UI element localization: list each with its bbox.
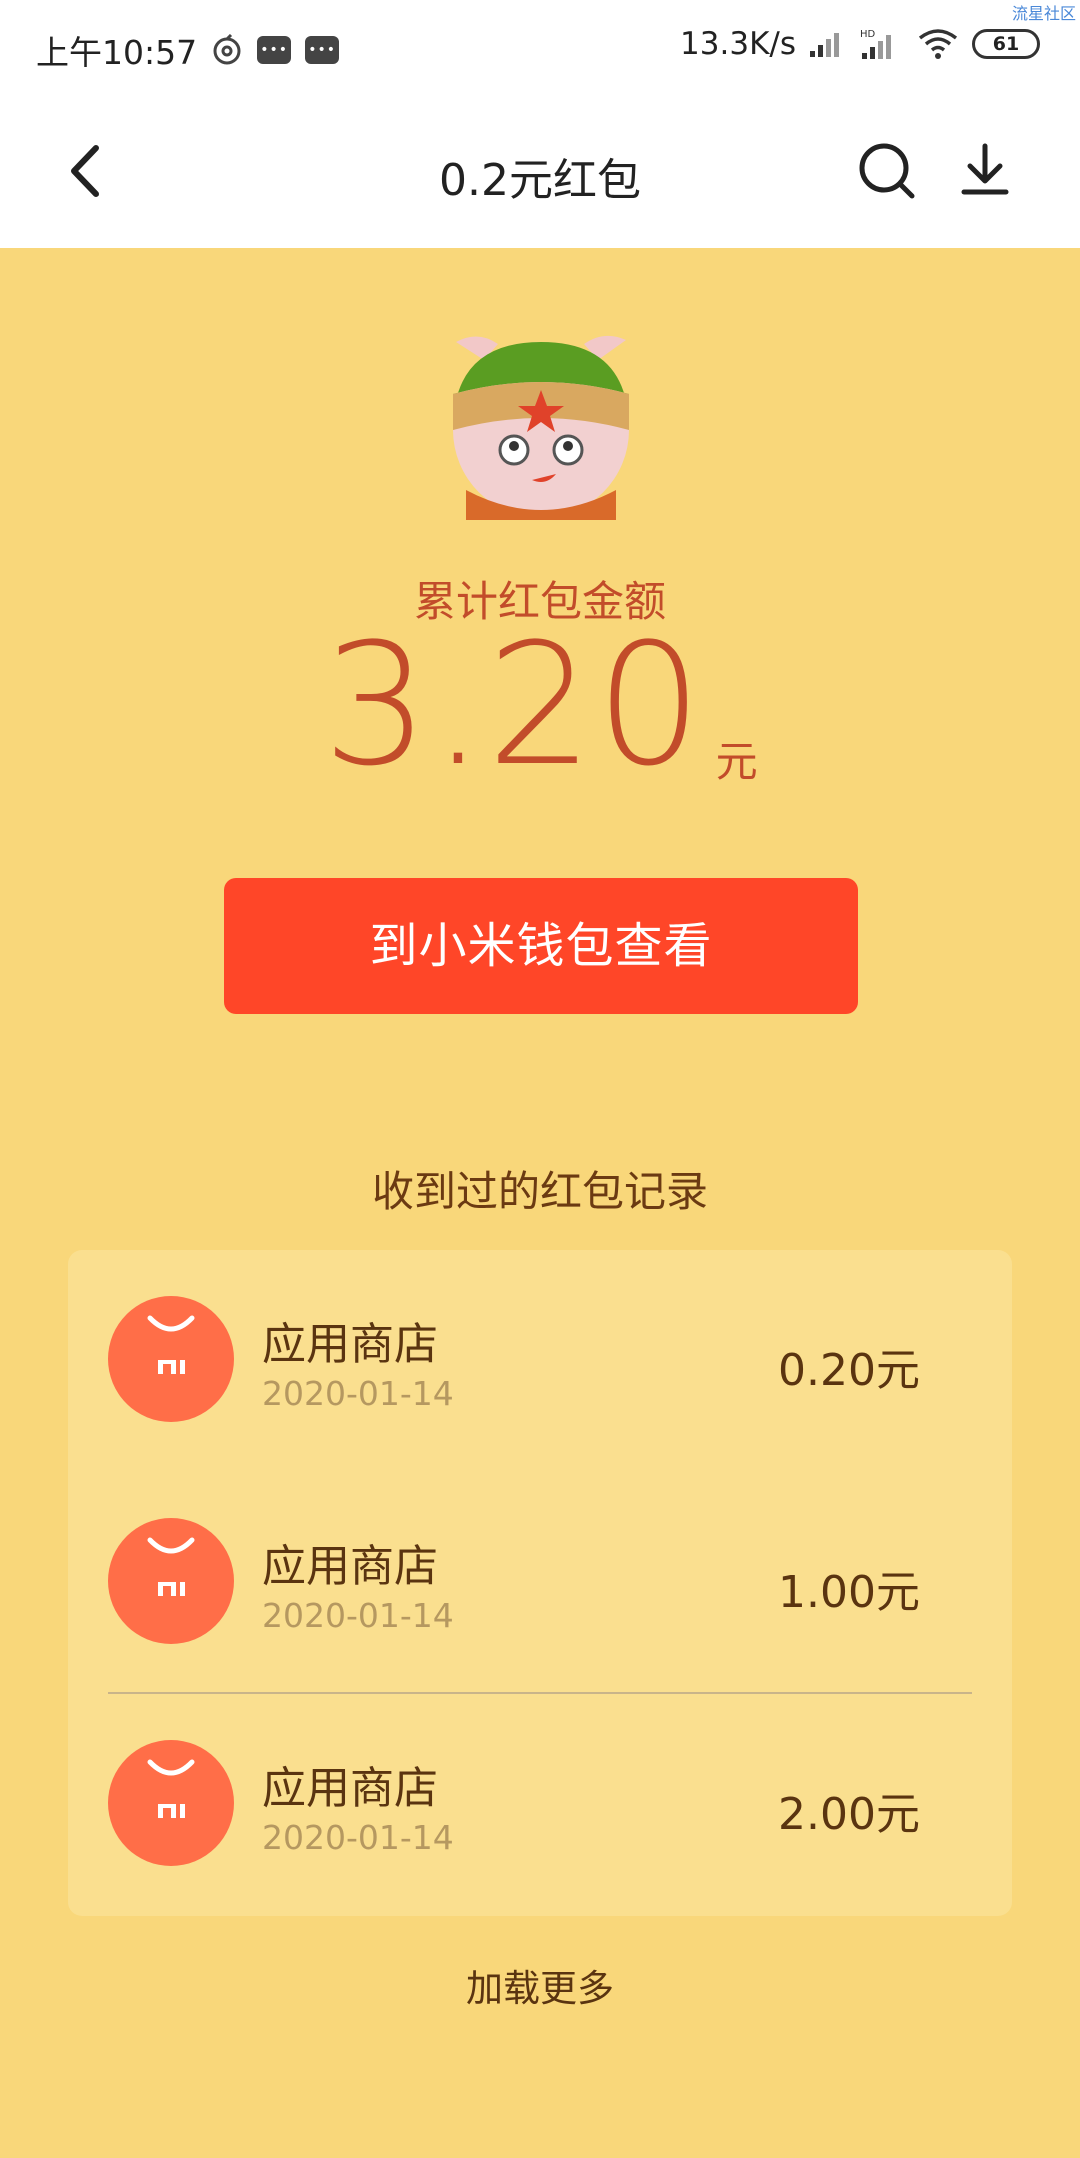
battery-icon: 61 bbox=[972, 29, 1040, 59]
signal-icon bbox=[808, 29, 848, 59]
message-icon: ••• bbox=[257, 36, 292, 64]
record-name: 应用商店 bbox=[262, 1319, 438, 1370]
network-speed: 13.3K/s bbox=[680, 26, 796, 62]
load-more-button[interactable]: 加载更多 bbox=[0, 1958, 1080, 2012]
list-item[interactable]: 应用商店 2020-01-14 0.20元 bbox=[68, 1250, 1012, 1450]
title-bar: 0.2元红包 bbox=[0, 96, 1080, 248]
wifi-icon bbox=[916, 28, 960, 60]
list-item[interactable]: 应用商店 2020-01-14 2.00元 bbox=[68, 1694, 1012, 1894]
search-icon bbox=[859, 143, 915, 199]
list-item[interactable]: 应用商店 2020-01-14 1.00元 bbox=[68, 1472, 1012, 1672]
app-store-icon bbox=[108, 1740, 234, 1866]
total-amount-wrap: 3.20 元 bbox=[0, 620, 1080, 790]
search-button[interactable] bbox=[852, 136, 922, 206]
hd-signal-icon: HD bbox=[860, 27, 904, 61]
records-list: 应用商店 2020-01-14 0.20元 应用商店 2020-01-14 1.… bbox=[68, 1250, 1012, 1916]
status-right: 13.3K/s HD 61 bbox=[680, 26, 1040, 62]
record-date: 2020-01-14 bbox=[262, 1596, 454, 1635]
watermark: 流星社区 bbox=[1011, 4, 1076, 23]
total-unit: 元 bbox=[715, 737, 758, 786]
download-icon bbox=[961, 143, 1009, 195]
mitu-avatar bbox=[448, 330, 634, 520]
record-name: 应用商店 bbox=[262, 1541, 438, 1592]
download-button[interactable] bbox=[950, 136, 1020, 206]
status-bar: 上午10:57 ••• ••• 13.3K/s HD 61 流星社区 bbox=[0, 0, 1080, 96]
record-amount: 1.00元 bbox=[778, 1567, 920, 1618]
record-date: 2020-01-14 bbox=[262, 1818, 454, 1857]
record-amount: 0.20元 bbox=[778, 1345, 920, 1396]
record-date: 2020-01-14 bbox=[262, 1374, 454, 1413]
netease-icon bbox=[211, 34, 243, 66]
status-left: 上午10:57 ••• ••• bbox=[36, 26, 340, 74]
app-store-icon bbox=[108, 1296, 234, 1422]
records-title: 收到过的红包记录 bbox=[371, 1167, 708, 1216]
total-amount: 3.20 bbox=[322, 607, 705, 803]
app-store-icon bbox=[108, 1518, 234, 1644]
record-name: 应用商店 bbox=[262, 1763, 438, 1814]
svg-text:HD: HD bbox=[860, 29, 876, 40]
message-icon: ••• bbox=[305, 36, 340, 64]
record-amount: 2.00元 bbox=[778, 1789, 920, 1840]
status-time: 上午10:57 bbox=[36, 33, 198, 72]
view-in-wallet-button[interactable]: 到小米钱包查看 bbox=[224, 878, 858, 1014]
page: 上午10:57 ••• ••• 13.3K/s HD 61 流星社区 0.2元红… bbox=[0, 0, 1080, 2158]
